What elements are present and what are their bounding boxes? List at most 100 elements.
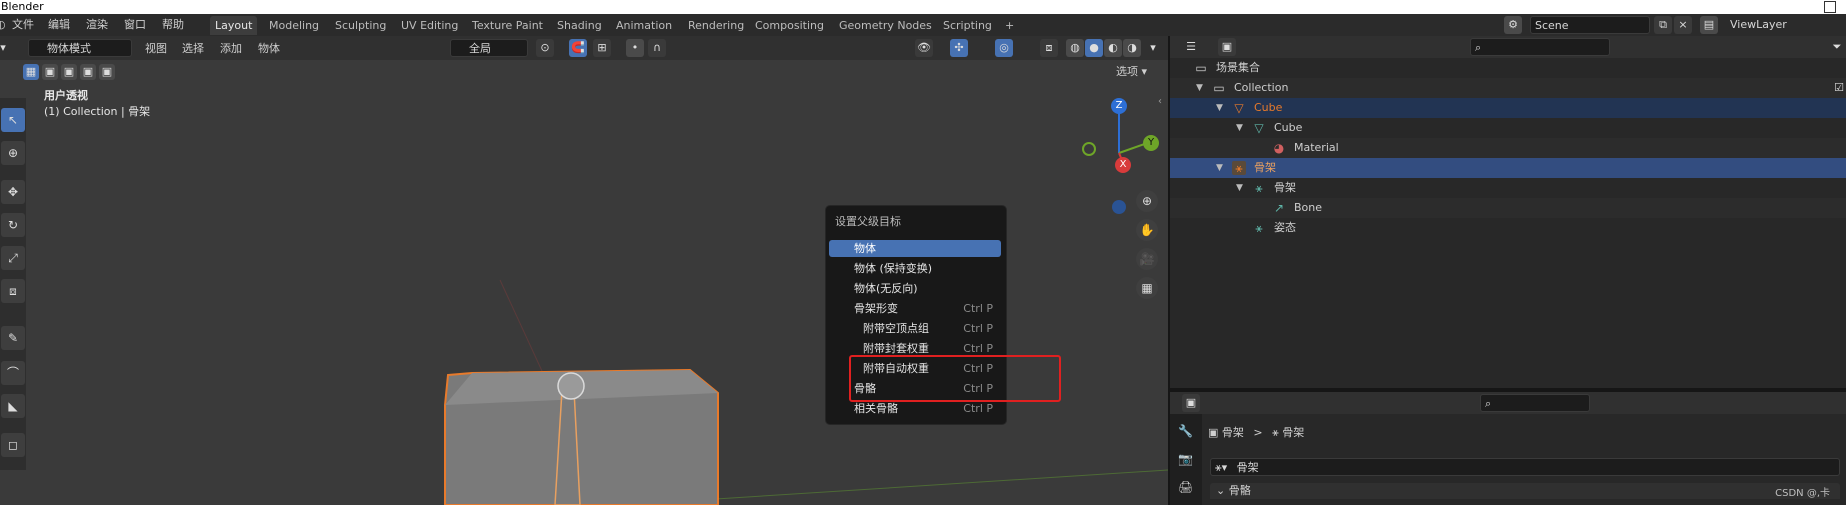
render-tab-icon[interactable]: 📷 [1178, 452, 1193, 466]
collapse-icon[interactable]: ▼ [1236, 118, 1243, 138]
add-workspace-button[interactable]: + [1000, 16, 1019, 35]
menu-object[interactable]: 物体 [258, 40, 280, 56]
scale-tool-icon[interactable]: ⤢ [1, 246, 25, 270]
properties-editor-type-icon[interactable]: ▣ [1182, 394, 1200, 412]
new-scene-icon[interactable]: ⧉ [1654, 16, 1672, 34]
tab-sculpting[interactable]: Sculpting [330, 16, 391, 35]
tab-shading[interactable]: Shading [552, 16, 607, 35]
select-intersect-icon[interactable]: ▣ [99, 64, 115, 80]
view-layer-icon[interactable]: ▤ [1700, 16, 1718, 34]
outliner-row-pose[interactable]: ⚹ 姿态 [1170, 218, 1846, 238]
cursor-tool-icon[interactable]: ⊕ [1, 141, 25, 165]
scene-icon[interactable]: ⚙ [1504, 16, 1522, 34]
tab-scripting[interactable]: Scripting [938, 16, 997, 35]
outliner-row-cube-mesh[interactable]: ▼ ▽ Cube [1170, 118, 1846, 138]
tab-texture-paint[interactable]: Texture Paint [467, 16, 548, 35]
proportional-edit-icon[interactable]: • [626, 39, 644, 57]
camera-icon[interactable]: 🎥 [1136, 248, 1158, 270]
menu-item-object-no-inverse[interactable]: 物体(无反向) [829, 280, 1001, 297]
snap-icon[interactable]: 🧲 [569, 39, 587, 57]
tab-uv-editing[interactable]: UV Editing [396, 16, 463, 35]
armature-data-name-field[interactable]: ⚹▾ 骨架 [1210, 458, 1840, 476]
scene-field[interactable]: Scene [1530, 16, 1650, 34]
outliner-row-cube-object[interactable]: ▼ ▽ Cube [1170, 98, 1846, 118]
shading-options-icon[interactable]: ▾ [1144, 39, 1162, 57]
select-subtract-icon[interactable]: ▣ [61, 64, 77, 80]
select-tool-icon[interactable]: ↖ [1, 108, 25, 132]
options-button[interactable]: 选项 ▾ [1116, 63, 1147, 79]
tool-tab-icon[interactable]: 🔧 [1178, 424, 1193, 438]
menu-item-empty-groups[interactable]: 附带空顶点组 Ctrl P [829, 320, 1001, 337]
annotate-tool-icon[interactable]: ✎ [1, 326, 25, 350]
visibility-icon[interactable]: 👁 [915, 39, 933, 57]
section-header-bones[interactable]: ⌄ 骨骼 [1210, 483, 1840, 499]
menu-edit[interactable]: 编辑 [48, 14, 70, 36]
menu-item-bone-relative[interactable]: 相关骨骼 Ctrl P [829, 400, 1001, 417]
properties-search-input[interactable]: ⌕ [1480, 394, 1590, 412]
select-box-icon[interactable]: ▦ [23, 64, 39, 80]
pivot-icon[interactable]: ⊙ [536, 39, 554, 57]
tab-compositing[interactable]: Compositing [750, 16, 829, 35]
tab-layout[interactable]: Layout [210, 16, 258, 35]
gizmo-neg-y-axis[interactable] [1082, 142, 1096, 156]
menu-item-armature-deform[interactable]: 骨架形变 Ctrl P [829, 300, 1001, 317]
checkbox-icon[interactable]: ☑ [1832, 81, 1846, 95]
close-scene-icon[interactable]: × [1674, 16, 1692, 34]
collapse-icon[interactable]: ▼ [1216, 158, 1223, 178]
transform-tool-icon[interactable]: ⧈ [1, 279, 25, 303]
gizmo-y-axis[interactable]: Y [1143, 135, 1159, 151]
menu-file[interactable]: 文件 [12, 14, 34, 36]
menu-add[interactable]: 添加 [220, 40, 242, 56]
tab-animation[interactable]: Animation [611, 16, 677, 35]
select-invert-icon[interactable]: ▣ [80, 64, 96, 80]
collapse-icon[interactable]: ▼ [1236, 178, 1243, 198]
editor-type-icon[interactable]: ▾ [0, 39, 12, 57]
outliner-row-scene-collection[interactable]: ▭ 场景集合 [1170, 58, 1846, 78]
outliner-row-armature-object[interactable]: ▼ ⚹ 骨架 [1170, 158, 1846, 178]
mode-select[interactable]: 物体模式 [28, 39, 132, 57]
ruler-tool-icon[interactable]: ◣ [1, 394, 25, 418]
output-tab-icon[interactable]: 🖨 [1178, 480, 1193, 494]
gizmo-neg-z-axis[interactable] [1112, 200, 1126, 214]
menu-window[interactable]: 窗口 [124, 14, 146, 36]
outliner-row-material[interactable]: ◕ Material [1170, 138, 1846, 158]
menu-render[interactable]: 渲染 [86, 14, 108, 36]
move-tool-icon[interactable]: ✥ [1, 180, 25, 204]
add-cube-tool-icon[interactable]: ◻ [1, 433, 25, 457]
orientation-select[interactable]: 全局 [450, 39, 528, 57]
outliner-editor-type-icon[interactable]: ☰ [1182, 38, 1200, 56]
tab-rendering[interactable]: Rendering [683, 16, 749, 35]
gizmo-x-axis[interactable]: X [1115, 157, 1131, 173]
outliner-row-armature-data[interactable]: ▼ ⚹ 骨架 [1170, 178, 1846, 198]
outliner-search-input[interactable]: ⌕ [1470, 38, 1610, 56]
xray-icon[interactable]: ⧈ [1040, 39, 1058, 57]
rendered-shading-icon[interactable]: ◑ [1123, 39, 1141, 57]
menu-item-object[interactable]: 物体 [829, 240, 1001, 257]
solid-shading-icon[interactable]: ● [1085, 39, 1103, 57]
snap-target-icon[interactable]: ⊞ [593, 39, 611, 57]
gizmo-icon[interactable]: ✣ [950, 39, 968, 57]
outliner-row-collection[interactable]: ▼ ▭ Collection ☑ [1170, 78, 1846, 98]
tab-modeling[interactable]: Modeling [264, 16, 324, 35]
wireframe-shading-icon[interactable]: ◍ [1066, 39, 1084, 57]
menu-select[interactable]: 选择 [182, 40, 204, 56]
zoom-icon[interactable]: ⊕ [1136, 190, 1158, 212]
perspective-grid-icon[interactable]: ▦ [1136, 277, 1158, 299]
blender-logo-icon[interactable]: ◐ [0, 14, 6, 36]
material-shading-icon[interactable]: ◐ [1104, 39, 1122, 57]
menu-help[interactable]: 帮助 [162, 14, 184, 36]
rotate-tool-icon[interactable]: ↻ [1, 213, 25, 237]
sidebar-toggle-icon[interactable]: ‹ [1158, 96, 1162, 107]
overlay-icon[interactable]: ◎ [995, 39, 1013, 57]
view-layer-field[interactable]: ViewLayer [1726, 16, 1846, 34]
outliner-row-bone[interactable]: ↗ Bone [1170, 198, 1846, 218]
select-extend-icon[interactable]: ▣ [42, 64, 58, 80]
falloff-icon[interactable]: ∩ [648, 39, 666, 57]
collapse-icon[interactable]: ▼ [1216, 98, 1223, 118]
filter-icon[interactable]: ⏷ [1828, 38, 1846, 56]
maximize-icon[interactable] [1824, 1, 1836, 13]
menu-view[interactable]: 视图 [145, 40, 167, 56]
measure-tool-icon[interactable]: ⌒ [1, 361, 25, 385]
gizmo-z-axis[interactable]: Z [1111, 98, 1127, 114]
pan-hand-icon[interactable]: ✋ [1136, 219, 1158, 241]
